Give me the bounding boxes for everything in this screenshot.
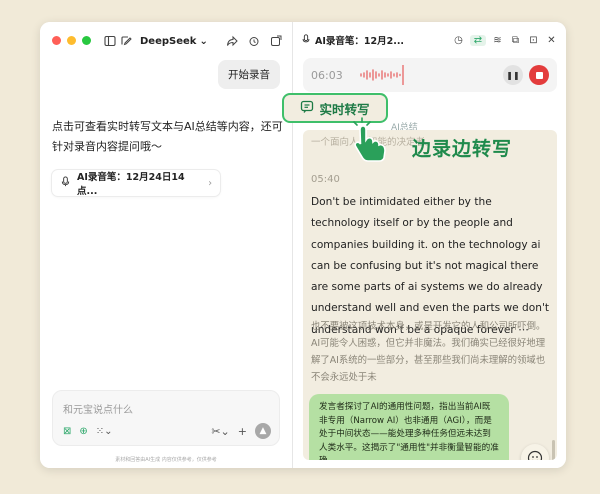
chevron-right-icon: › [208,177,212,189]
sidebar-toggle-icon[interactable] [102,33,118,49]
chat-toolbar: DeepSeek ⌄ [102,30,284,52]
model-selector[interactable]: DeepSeek ⌄ [140,36,208,47]
recording-timer: 06:03 [311,68,343,82]
settings-sliders-icon[interactable]: ≋ [491,35,504,46]
transcript-chinese: 也不要被这项技术本身，或是开发它的人和公司所吓倒。AI可能令人困惑，但它并非魔法… [311,321,546,383]
minimize-window-button[interactable] [67,36,76,45]
transcribe-toggle-icon[interactable]: ⇄ [470,34,486,46]
disclaimer-text: 素材和回答由AI生成 内容仅供参考，仅供参考 [115,457,217,463]
feature-caption: 边录边转写 [412,138,513,160]
tools-menu-icon[interactable]: ⁙⌄ [96,426,113,437]
share-icon[interactable] [224,33,240,49]
waveform [351,65,497,85]
model-name: DeepSeek [140,35,197,47]
new-chat-icon[interactable] [118,33,134,49]
chat-pane: DeepSeek ⌄ 开始录音 点击可查看实时转写文本与AI总结等内容，还可针对… [40,22,292,468]
recorder-title: AI录音笔：12月2... [301,33,404,47]
pointer-hand-icon [348,116,390,166]
recorder-icon [301,33,311,47]
alarm-icon[interactable] [246,33,262,49]
recorder-pane: AI录音笔：12月2... ◷ ⇄ ≋ ⧉ ⊡ ✕ 06:03 ❚❚ AI总结 … [293,22,566,468]
close-icon[interactable]: ✕ [545,35,558,46]
web-search-icon[interactable]: ⊕ [79,426,87,437]
assistant-message: 点击可查看实时转写文本与AI总结等内容，还可针对录音内容提问哦～ [52,120,283,153]
new-window-icon[interactable] [268,33,284,49]
scrollbar[interactable] [552,440,555,460]
recorder-toolbar: AI录音笔：12月2... ◷ ⇄ ≋ ⧉ ⊡ ✕ [301,30,558,50]
recording-player: 06:03 ❚❚ [303,58,557,92]
deep-think-icon[interactable]: ⊠ [63,426,71,437]
chevron-down-icon: ⌄ [199,35,208,47]
recorder-icon [60,176,71,190]
transcript-panel: 一个面向人工智能的决定者。 05:40 Don't be intimidated… [303,130,557,460]
tab-realtime-transcribe-label: 实时转写 [319,101,370,117]
recording-link-label: AI录音笔：12月24日14点... [77,172,185,197]
assistant-avatar-button[interactable] [521,444,549,460]
app-window: DeepSeek ⌄ 开始录音 点击可查看实时转写文本与AI总结等内容，还可针对… [40,22,566,468]
copy-icon[interactable]: ⧉ [509,35,522,46]
ai-summary-bubble[interactable]: 发言者探讨了AI的通用性问题，指出当前AI既非专用（Narrow AI）也非通用… [309,394,509,460]
transcribe-icon [300,100,314,117]
stop-button[interactable] [529,65,549,85]
composer-placeholder: 和元宝说点什么 [63,405,133,416]
window-controls [52,36,91,45]
mascot-face-icon [527,450,543,460]
transcript-timestamp: 05:40 [311,174,340,185]
add-attachment-icon[interactable]: + [238,425,247,438]
new-window-icon[interactable]: ⊡ [527,35,540,46]
message-composer[interactable]: 和元宝说点什么 ⊠ ⊕ ⁙⌄ ✂⌄ + ▲ [52,390,280,446]
user-message-bubble: 开始录音 [218,60,280,89]
scissors-icon[interactable]: ✂⌄ [211,425,229,438]
close-window-button[interactable] [52,36,61,45]
send-button[interactable]: ▲ [255,423,271,439]
recording-link-card[interactable]: AI录音笔：12月24日14点... › [52,170,220,197]
recorder-title-text: AI录音笔：12月2... [315,36,405,47]
clock-icon[interactable]: ◷ [452,35,465,46]
pause-button[interactable]: ❚❚ [503,65,523,85]
maximize-window-button[interactable] [82,36,91,45]
